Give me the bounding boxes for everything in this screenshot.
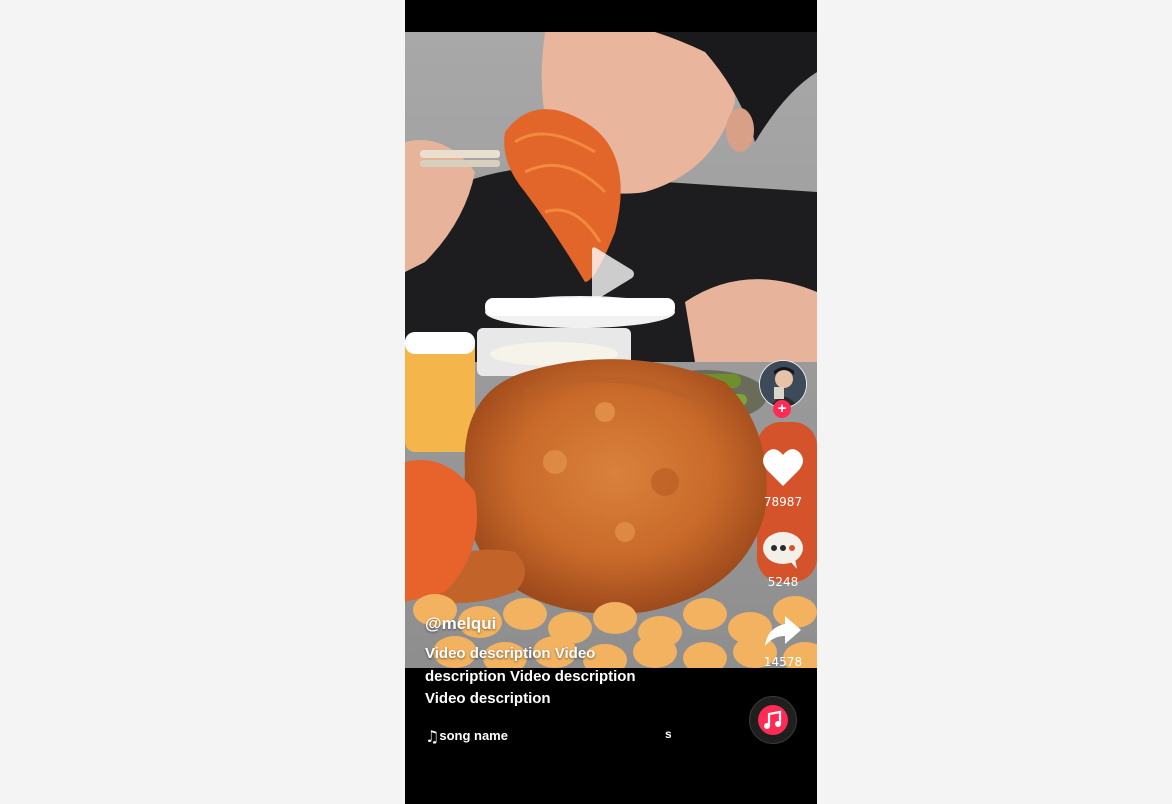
comment-action[interactable]: 5248 (753, 530, 813, 589)
video-player: + 78987 5248 14578 @melqui Video descrip… (405, 0, 817, 804)
like-action[interactable]: 78987 (753, 446, 813, 509)
comment-count: 5248 (767, 575, 799, 589)
music-note-icon: ♫ (425, 727, 440, 745)
music-disc-center (758, 705, 788, 735)
creator-avatar-block[interactable]: + (757, 358, 809, 422)
follow-button[interactable]: + (773, 400, 791, 418)
music-disc-icon[interactable] (749, 696, 797, 744)
play-icon[interactable] (588, 246, 636, 302)
heart-icon[interactable] (761, 446, 805, 490)
song-name: song name (439, 728, 508, 743)
comment-dots-icon[interactable] (761, 530, 805, 570)
song-ticker-tail: s (665, 727, 671, 741)
share-count: 14578 (763, 655, 803, 669)
share-arrow-icon[interactable] (761, 612, 805, 650)
username-link[interactable]: @melqui (425, 614, 496, 634)
song-ticker[interactable]: ♫song name s (425, 727, 671, 745)
share-action[interactable]: 14578 (753, 612, 813, 669)
like-count: 78987 (763, 495, 803, 509)
video-description: Video description Video description Vide… (425, 645, 636, 707)
music-note-disc-icon (764, 710, 782, 729)
